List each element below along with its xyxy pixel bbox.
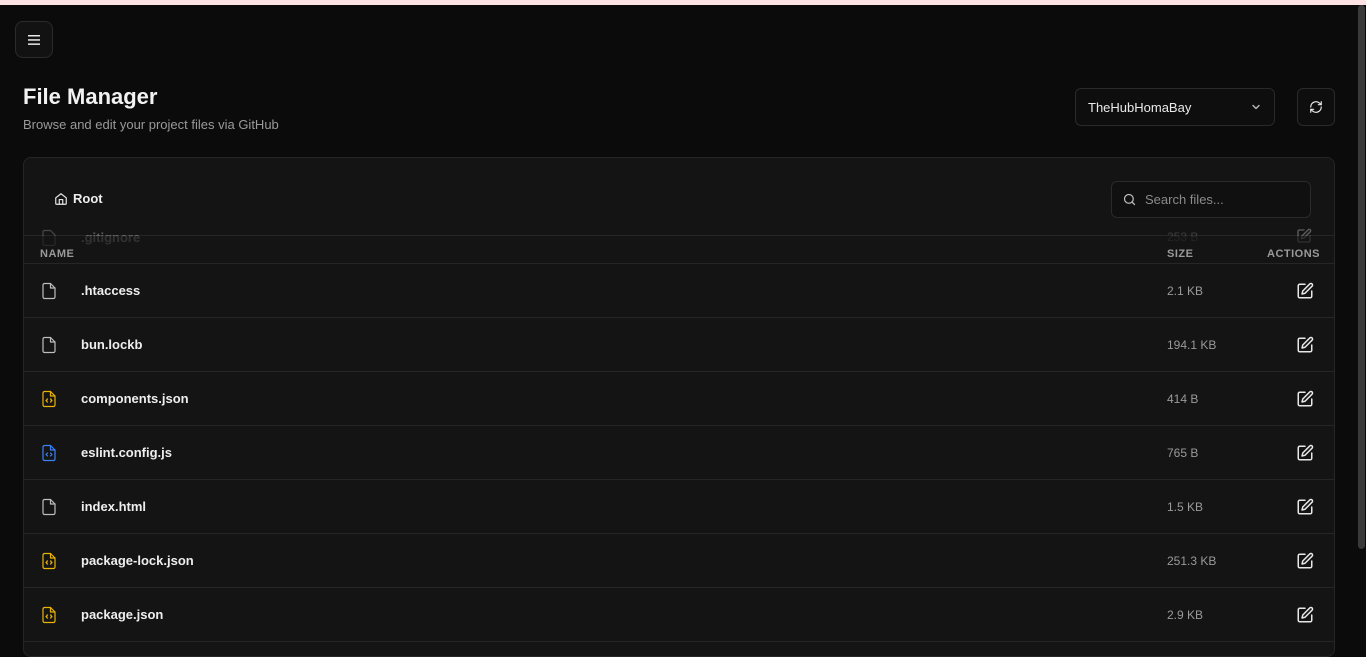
refresh-button[interactable]	[1297, 88, 1335, 126]
refresh-icon	[1310, 101, 1322, 113]
search-input[interactable]	[1145, 192, 1295, 207]
page-subtitle: Browse and edit your project files via G…	[23, 117, 279, 132]
home-icon	[55, 192, 67, 205]
file-name[interactable]: components.json	[81, 391, 189, 406]
edit-icon[interactable]	[1296, 606, 1314, 624]
table-row[interactable]: components.json 414 B	[24, 372, 1334, 426]
repo-select-value: TheHubHomaBay	[1088, 99, 1192, 115]
edit-icon[interactable]	[1296, 390, 1314, 408]
file-name[interactable]: package.json	[81, 607, 163, 622]
table-row[interactable]: index.html 1.5 KB	[24, 480, 1334, 534]
menu-button[interactable]	[15, 21, 53, 58]
json-file-icon	[42, 552, 56, 570]
file-size: 194.1 KB	[1167, 338, 1217, 352]
file-icon	[42, 498, 56, 516]
file-browser-card: Root .gitignore 253 B NAME SIZE ACTIONS …	[23, 157, 1335, 657]
edit-icon[interactable]	[1296, 336, 1314, 354]
json-file-icon	[42, 390, 56, 408]
chevron-down-icon	[1252, 104, 1260, 110]
js-file-icon	[42, 444, 56, 462]
breadcrumb-root[interactable]: Root	[54, 191, 103, 206]
scrollbar-thumb[interactable]	[1358, 5, 1365, 549]
file-name[interactable]: .htaccess	[81, 283, 140, 298]
file-size: 765 B	[1167, 446, 1199, 460]
edit-icon[interactable]	[1296, 552, 1314, 570]
edit-icon[interactable]	[1296, 498, 1314, 516]
table-row[interactable]: .htaccess 2.1 KB	[24, 264, 1334, 318]
column-header-name: NAME	[40, 248, 75, 260]
file-name[interactable]: index.html	[81, 499, 146, 514]
breadcrumb-root-label: Root	[73, 191, 103, 206]
file-size: 251.3 KB	[1167, 554, 1217, 568]
column-header-actions: ACTIONS	[1267, 248, 1320, 260]
table-row[interactable]: bun.lockb 194.1 KB	[24, 318, 1334, 372]
file-size: 1.5 KB	[1167, 500, 1204, 514]
edit-icon[interactable]	[1296, 444, 1314, 462]
repo-select[interactable]: TheHubHomaBay	[1075, 88, 1275, 126]
file-name[interactable]: package-lock.json	[81, 553, 194, 568]
column-header-size: SIZE	[1167, 248, 1194, 260]
table-row[interactable]: package.json 2.9 KB	[24, 588, 1334, 642]
json-file-icon	[42, 606, 56, 624]
top-strip	[0, 0, 1366, 5]
search-box[interactable]	[1111, 181, 1311, 218]
hamburger-icon	[28, 34, 40, 45]
file-table: .gitignore 253 B NAME SIZE ACTIONS .htac…	[24, 228, 1334, 656]
file-name[interactable]: bun.lockb	[81, 337, 142, 352]
table-row[interactable]: package-lock.json 251.3 KB	[24, 534, 1334, 588]
file-icon	[42, 282, 56, 300]
file-icon	[42, 336, 56, 354]
table-header: NAME SIZE ACTIONS	[24, 236, 1334, 264]
page-scrollbar[interactable]	[1357, 5, 1366, 646]
file-name[interactable]: eslint.config.js	[81, 445, 172, 460]
file-size: 414 B	[1167, 392, 1199, 406]
page-title: File Manager	[23, 84, 158, 109]
file-size: 2.9 KB	[1167, 608, 1204, 622]
file-size: 2.1 KB	[1167, 284, 1204, 298]
edit-icon[interactable]	[1296, 282, 1314, 300]
table-row[interactable]: eslint.config.js 765 B	[24, 426, 1334, 480]
search-icon	[1123, 193, 1136, 206]
